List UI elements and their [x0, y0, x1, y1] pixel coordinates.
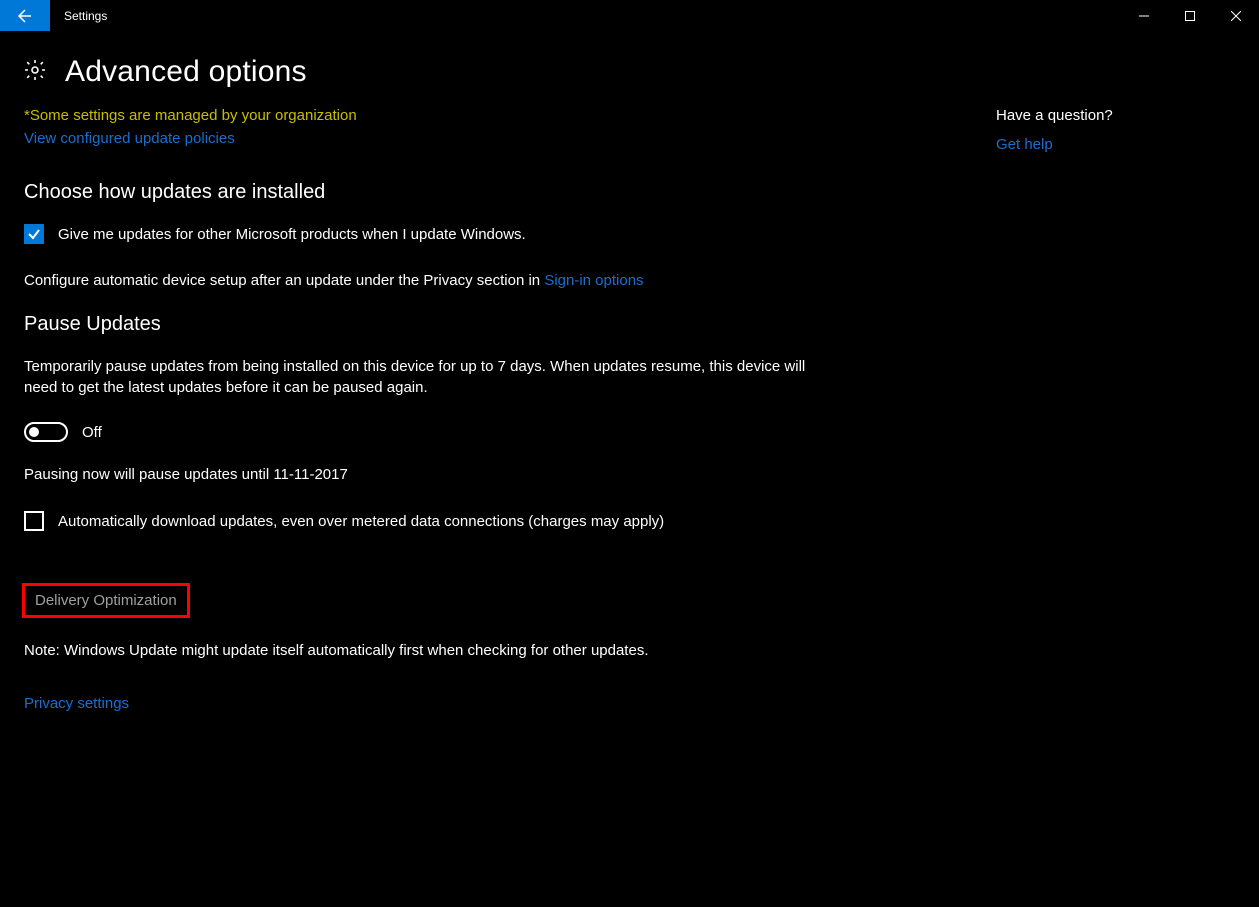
page-header: Advanced options: [0, 31, 1259, 107]
pause-description: Temporarily pause updates from being ins…: [24, 356, 814, 398]
checkbox-metered-row: Automatically download updates, even ove…: [24, 511, 844, 531]
checkbox-metered-label: Automatically download updates, even ove…: [58, 513, 664, 530]
get-help-link[interactable]: Get help: [996, 136, 1113, 153]
sign-in-options-link[interactable]: Sign-in options: [544, 272, 643, 289]
titlebar: Settings: [0, 0, 1259, 31]
pause-heading: Pause Updates: [24, 313, 844, 336]
close-button[interactable]: [1213, 0, 1259, 31]
main-column: *Some settings are managed by your organ…: [24, 107, 844, 712]
delivery-optimization-highlight: Delivery Optimization: [22, 583, 190, 618]
side-heading: Have a question?: [996, 107, 1113, 124]
close-icon: [1231, 11, 1241, 21]
configure-auto-text: Configure automatic device setup after a…: [24, 270, 844, 291]
install-heading: Choose how updates are installed: [24, 181, 844, 204]
org-managed-notice: *Some settings are managed by your organ…: [24, 107, 844, 124]
checkbox-metered[interactable]: [24, 511, 44, 531]
check-icon: [27, 227, 41, 241]
maximize-button[interactable]: [1167, 0, 1213, 31]
page-title: Advanced options: [65, 55, 307, 89]
gear-icon: [23, 58, 47, 86]
update-note: Note: Windows Update might update itself…: [24, 640, 844, 661]
pause-toggle-label: Off: [82, 424, 102, 441]
pause-toggle-row: Off: [24, 422, 844, 442]
back-button[interactable]: [0, 0, 50, 31]
privacy-settings-link[interactable]: Privacy settings: [24, 695, 129, 712]
window-controls: [1121, 0, 1259, 31]
arrow-left-icon: [17, 8, 33, 24]
checkbox-other-products-row: Give me updates for other Microsoft prod…: [24, 224, 844, 244]
toggle-knob: [29, 427, 39, 437]
minimize-icon: [1139, 11, 1149, 21]
minimize-button[interactable]: [1121, 0, 1167, 31]
pause-toggle[interactable]: [24, 422, 68, 442]
window-title: Settings: [50, 0, 1121, 31]
configure-auto-prefix: Configure automatic device setup after a…: [24, 272, 544, 289]
pause-until-text: Pausing now will pause updates until 11-…: [24, 464, 844, 485]
checkbox-other-products-label: Give me updates for other Microsoft prod…: [58, 226, 526, 243]
side-column: Have a question? Get help: [996, 107, 1113, 712]
view-policies-link[interactable]: View configured update policies: [24, 130, 844, 147]
checkbox-other-products[interactable]: [24, 224, 44, 244]
maximize-icon: [1185, 11, 1195, 21]
delivery-optimization-link[interactable]: Delivery Optimization: [35, 592, 177, 609]
